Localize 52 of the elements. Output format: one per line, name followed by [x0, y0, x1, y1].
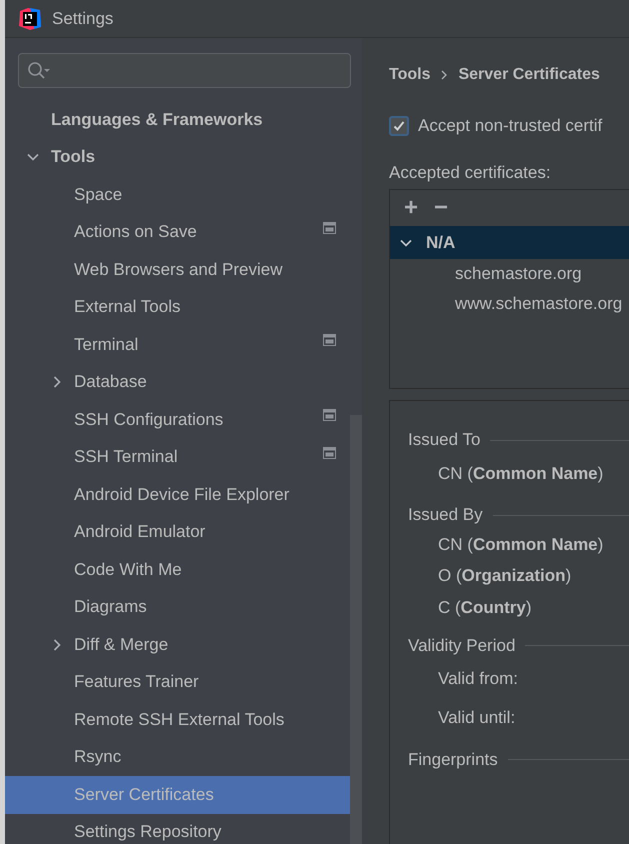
scrollbar-thumb[interactable]: [350, 415, 362, 844]
section-title: Validity Period: [408, 636, 516, 656]
window-title: Settings: [52, 8, 114, 28]
search-field[interactable]: [18, 53, 351, 88]
window-icon: [323, 334, 336, 346]
section-label: Accepted certificates:: [389, 163, 552, 183]
remove-button[interactable]: −: [428, 196, 454, 220]
sidebar-item[interactable]: Settings Repository: [5, 814, 350, 844]
sidebar-item[interactable]: SSH Terminal: [5, 438, 350, 476]
certificate-item[interactable]: schemastore.org: [390, 259, 629, 289]
field-label: Valid from:: [437, 668, 519, 690]
window-icon: [323, 446, 336, 458]
sidebar-item[interactable]: Languages & Frameworks: [5, 101, 350, 138]
sidebar-item[interactable]: Android Device File Explorer: [5, 476, 350, 514]
breadcrumb-item[interactable]: Server Certificates: [458, 66, 600, 84]
sidebar-item[interactable]: External Tools: [5, 288, 350, 326]
section-title: Issued By: [408, 505, 483, 525]
field-label: CN (Common Name): [437, 534, 604, 556]
sidebar-item[interactable]: Space: [5, 176, 350, 214]
section-title: Issued To: [408, 430, 480, 450]
chevron-icon: [51, 638, 63, 651]
sidebar-item[interactable]: Actions on Save: [5, 214, 350, 251]
sidebar-item[interactable]: Remote SSH External Tools: [5, 701, 350, 738]
sidebar-item[interactable]: Database: [5, 364, 350, 401]
sidebar-item[interactable]: SSH Configurations: [5, 401, 350, 438]
sidebar-item[interactable]: Features Trainer: [5, 664, 350, 701]
add-button[interactable]: +: [398, 196, 424, 220]
sidebar-item[interactable]: Diagrams: [5, 588, 350, 626]
sidebar-item[interactable]: Diff & Merge: [5, 626, 350, 664]
window-icon: [323, 222, 336, 234]
chevron-icon: [51, 376, 63, 388]
accept-checkbox[interactable]: Accept non-trusted certif: [389, 116, 629, 136]
chevron-icon: [440, 70, 448, 80]
breadcrumb-item[interactable]: Tools: [389, 66, 430, 84]
sidebar-item[interactable]: Code With Me: [5, 551, 350, 588]
sidebar-item[interactable]: Android Emulator: [5, 514, 350, 551]
certificate-item[interactable]: www.schemastore.org: [390, 289, 629, 319]
field-label: CN (Common Name): [437, 462, 604, 484]
field-label: C (Country): [437, 596, 533, 619]
sidebar-item[interactable]: Web Browsers and Preview: [5, 251, 350, 288]
app-logo-icon: [18, 6, 42, 30]
field-label: O (Organization): [437, 565, 572, 588]
field-label: Valid until:: [437, 707, 516, 729]
sidebar-item[interactable]: Rsync: [5, 738, 350, 776]
sidebar-item[interactable]: Tools: [5, 138, 350, 176]
check-icon: [392, 119, 406, 133]
search-icon: [27, 60, 51, 80]
sidebar-item[interactable]: Terminal: [5, 326, 350, 364]
window-icon: [323, 409, 336, 421]
certificate-group[interactable]: N/A: [390, 226, 629, 259]
chevron-icon: [27, 151, 39, 164]
section-title: Fingerprints: [408, 750, 498, 770]
